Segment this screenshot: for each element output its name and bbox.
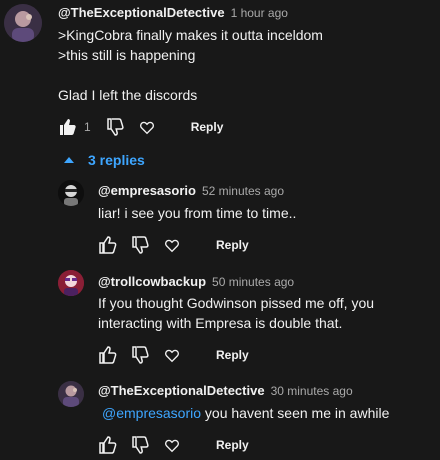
reply-line: If you thought Godwinson pissed me off, … xyxy=(98,295,375,311)
reply-timestamp[interactable]: 50 minutes ago xyxy=(212,275,294,289)
comment-actions: 1 Reply xyxy=(58,117,223,137)
avatar-image xyxy=(58,270,84,296)
reply-actions: Reply xyxy=(98,435,249,455)
reply-button[interactable]: Reply xyxy=(216,348,249,362)
thumbs-up-icon[interactable] xyxy=(58,117,78,137)
author-handle[interactable]: @TheExceptionalDetective xyxy=(58,5,225,20)
heart-icon[interactable] xyxy=(162,435,182,455)
comment-body: >KingCobra finally makes it outta inceld… xyxy=(58,25,323,105)
reply-line: liar! i see you from time to time.. xyxy=(98,205,297,221)
avatar-image xyxy=(58,381,84,407)
comment-line: >KingCobra finally makes it outta inceld… xyxy=(58,27,323,43)
reply-author[interactable]: @empresasorio 52 minutes ago xyxy=(98,183,284,198)
replies-toggle[interactable]: 3 replies xyxy=(64,152,145,168)
reply-button[interactable]: Reply xyxy=(191,120,224,134)
author-handle[interactable]: @TheExceptionalDetective xyxy=(98,383,265,398)
comment-line: >this still is happening xyxy=(58,47,196,63)
reply-timestamp[interactable]: 30 minutes ago xyxy=(271,384,353,398)
author-handle[interactable]: @trollcowbackup xyxy=(98,274,206,289)
comment-author[interactable]: @TheExceptionalDetective 1 hour ago xyxy=(58,5,288,20)
triangle-up-icon xyxy=(64,157,74,163)
reply-actions: Reply xyxy=(98,345,249,365)
thumbs-up-icon[interactable] xyxy=(98,435,118,455)
avatar-image xyxy=(4,4,42,42)
thumbs-down-icon[interactable] xyxy=(130,235,150,255)
like-count: 1 xyxy=(84,120,91,134)
mention-link[interactable]: @empresasorio xyxy=(102,405,201,421)
comment-line: Glad I left the discords xyxy=(58,87,198,103)
avatar[interactable] xyxy=(58,180,84,206)
author-handle[interactable]: @empresasorio xyxy=(98,183,196,198)
avatar-image xyxy=(58,180,84,206)
reply-line: interacting with Empresa is double that. xyxy=(98,315,343,331)
reply-text: you havent seen me in awhile xyxy=(201,405,390,421)
thumbs-down-icon[interactable] xyxy=(130,435,150,455)
reply-timestamp[interactable]: 52 minutes ago xyxy=(202,184,284,198)
replies-toggle-label: 3 replies xyxy=(88,152,145,168)
reply-author[interactable]: @TheExceptionalDetective 30 minutes ago xyxy=(98,383,353,398)
reply-body: liar! i see you from time to time.. xyxy=(98,203,296,223)
thumbs-down-icon[interactable] xyxy=(105,117,125,137)
reply-author[interactable]: @trollcowbackup 50 minutes ago xyxy=(98,274,294,289)
reply-body: If you thought Godwinson pissed me off, … xyxy=(98,293,374,333)
avatar[interactable] xyxy=(58,381,84,407)
comment-line xyxy=(58,65,323,85)
heart-icon[interactable] xyxy=(137,117,157,137)
reply-button[interactable]: Reply xyxy=(216,238,249,252)
heart-icon[interactable] xyxy=(162,235,182,255)
reply-body: @empresasorio you havent seen me in awhi… xyxy=(102,403,389,423)
thumbs-up-icon[interactable] xyxy=(98,235,118,255)
reply-actions: Reply xyxy=(98,235,249,255)
reply-button[interactable]: Reply xyxy=(216,438,249,452)
thumbs-down-icon[interactable] xyxy=(130,345,150,365)
thumbs-up-icon[interactable] xyxy=(98,345,118,365)
heart-icon[interactable] xyxy=(162,345,182,365)
avatar[interactable] xyxy=(4,4,42,42)
avatar[interactable] xyxy=(58,270,84,296)
comment-timestamp[interactable]: 1 hour ago xyxy=(231,6,288,20)
